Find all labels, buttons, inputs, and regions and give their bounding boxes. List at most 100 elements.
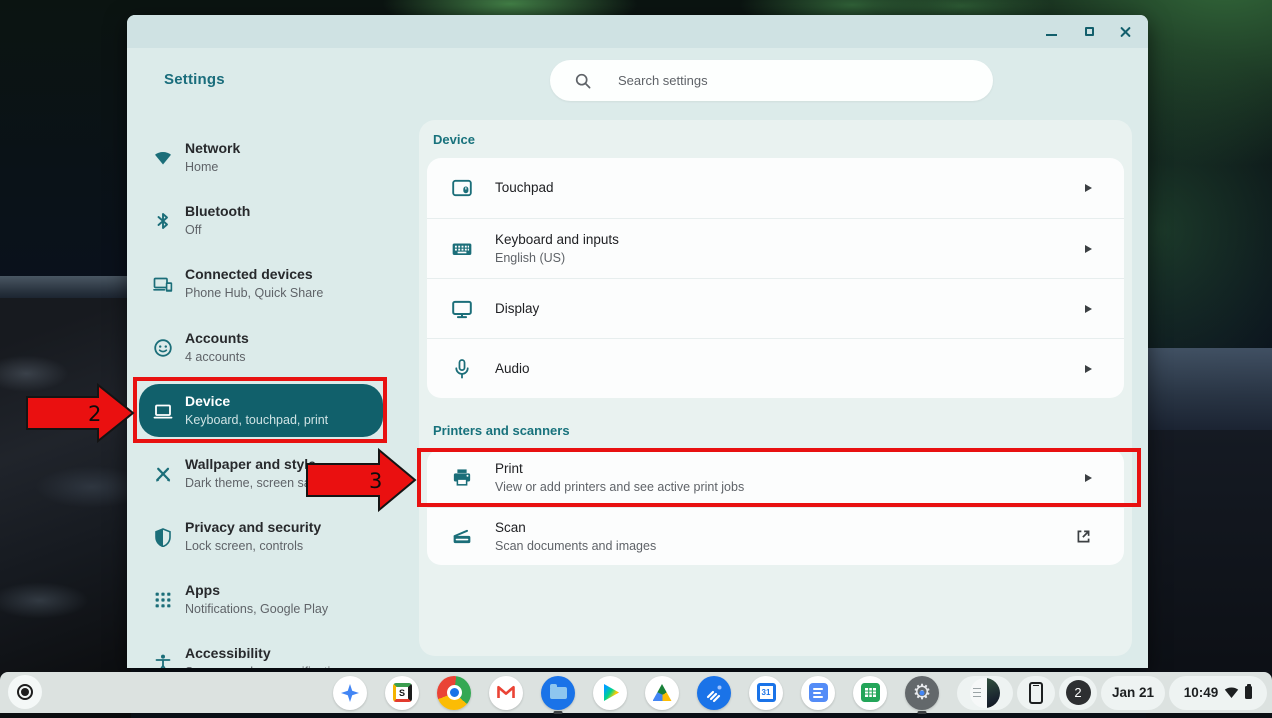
row-sublabel: View or add printers and see active prin… xyxy=(495,480,744,494)
row-display[interactable]: Display xyxy=(427,278,1124,338)
account-face-icon xyxy=(153,338,173,358)
sidebar-item-sublabel: 4 accounts xyxy=(185,350,245,364)
bluetooth-icon xyxy=(153,211,173,231)
wifi-icon xyxy=(153,148,173,168)
sidebar-item-label: Network xyxy=(185,140,240,156)
sidebar-item-device[interactable]: Device Keyboard, touchpad, print xyxy=(139,384,383,437)
row-sublabel: English (US) xyxy=(495,251,565,265)
sidebar-item-label: Privacy and security xyxy=(185,519,321,535)
maximize-icon xyxy=(1085,27,1094,36)
row-label: Print xyxy=(495,461,523,476)
notification-counter[interactable]: 2 xyxy=(1059,676,1097,710)
row-audio[interactable]: Audio xyxy=(427,338,1124,398)
sidebar-item-accessibility[interactable]: Accessibility Screen reader, magnificati… xyxy=(139,636,383,668)
chevron-right-icon xyxy=(1085,245,1092,253)
wallpaper-rocks xyxy=(0,298,131,718)
chevron-right-icon xyxy=(1085,474,1092,482)
row-print[interactable]: Print View or add printers and see activ… xyxy=(427,449,1124,507)
date-label: Jan 21 xyxy=(1112,685,1154,700)
shelf-app-screencast-icon[interactable] xyxy=(697,676,731,710)
row-label: Keyboard and inputs xyxy=(495,232,619,247)
desk-preview-button[interactable] xyxy=(957,676,1013,710)
wallpaper-horizon xyxy=(0,276,130,300)
sidebar-item-sublabel: Lock screen, controls xyxy=(185,539,303,553)
step-number: 3 xyxy=(369,469,382,493)
sidebar-item-sublabel: Off xyxy=(185,223,201,237)
row-touchpad[interactable]: Touchpad xyxy=(427,158,1124,218)
row-scan[interactable]: Scan Scan documents and images xyxy=(427,507,1124,565)
row-label: Audio xyxy=(495,361,530,376)
close-button[interactable] xyxy=(1120,26,1132,38)
shield-icon xyxy=(153,527,173,547)
step-arrow-2: 2 xyxy=(26,382,136,444)
chevron-right-icon xyxy=(1085,184,1092,192)
launcher-icon xyxy=(17,684,33,700)
device-card: Touchpad Keyboard xyxy=(427,158,1124,398)
printers-card: Print View or add printers and see activ… xyxy=(427,449,1124,565)
status-tray: 2 Jan 21 10:49 xyxy=(957,672,1267,713)
laptop-icon xyxy=(153,401,173,421)
wallpaper-water xyxy=(1146,348,1272,434)
sidebar-item-label: Apps xyxy=(185,582,220,598)
chevron-right-icon xyxy=(1085,365,1092,373)
sidebar-item-accounts[interactable]: Accounts 4 accounts xyxy=(139,321,383,374)
sidebar-item-network[interactable]: Network Home xyxy=(139,131,383,184)
sidebar-item-sublabel: Keyboard, touchpad, print xyxy=(185,413,328,427)
sidebar-item-sublabel: Phone Hub, Quick Share xyxy=(185,286,323,300)
minimize-button[interactable] xyxy=(1044,25,1058,39)
shelf-app-s-icon[interactable]: S xyxy=(385,676,419,710)
launcher-button[interactable] xyxy=(8,675,42,709)
sidebar-item-connected-devices[interactable]: Connected devices Phone Hub, Quick Share xyxy=(139,257,383,310)
row-sublabel: Scan documents and images xyxy=(495,539,656,553)
maximize-button[interactable] xyxy=(1082,25,1096,39)
search-input[interactable]: Search settings xyxy=(550,60,993,101)
status-area-button[interactable]: 10:49 xyxy=(1169,676,1267,710)
shelf-app-files-icon[interactable] xyxy=(541,676,575,710)
minimize-icon xyxy=(1046,34,1057,36)
battery-icon xyxy=(1245,686,1252,699)
touchpad-icon xyxy=(451,177,473,199)
sidebar-item-label: Connected devices xyxy=(185,266,313,282)
time-label: 10:49 xyxy=(1184,685,1219,700)
keyboard-icon xyxy=(451,238,473,260)
row-label: Touchpad xyxy=(495,180,554,195)
row-label: Scan xyxy=(495,520,526,535)
row-keyboard[interactable]: Keyboard and inputs English (US) xyxy=(427,218,1124,278)
sidebar-item-bluetooth[interactable]: Bluetooth Off xyxy=(139,194,383,247)
display-icon xyxy=(451,298,473,320)
sidebar-item-apps[interactable]: Apps Notifications, Google Play xyxy=(139,573,383,626)
section-header-device: Device xyxy=(433,132,475,147)
shelf-app-notes-icon[interactable] xyxy=(801,676,835,710)
phone-icon xyxy=(1029,682,1043,704)
devices-icon xyxy=(153,274,173,294)
microphone-icon xyxy=(451,358,473,380)
shelf-app-chrome-icon[interactable] xyxy=(437,676,471,710)
shelf-app-settings-gear-icon[interactable]: ⚙ xyxy=(905,676,939,710)
shelf-app-sheets-icon[interactable] xyxy=(853,676,887,710)
sidebar-item-label: Wallpaper and style xyxy=(185,456,316,472)
phone-hub-button[interactable] xyxy=(1017,676,1055,710)
external-link-icon xyxy=(1075,528,1092,545)
sidebar-item-label: Accessibility xyxy=(185,645,271,661)
shelf-app-calendar-icon[interactable]: 31 xyxy=(749,676,783,710)
sidebar-item-privacy[interactable]: Privacy and security Lock screen, contro… xyxy=(139,510,383,563)
shelf-app-gmail-icon[interactable] xyxy=(489,676,523,710)
accessibility-icon xyxy=(153,653,173,669)
window-titlebar xyxy=(127,15,1148,48)
sidebar-item-label: Accounts xyxy=(185,330,249,346)
sidebar-item-label: Bluetooth xyxy=(185,203,250,219)
page-title: Settings xyxy=(164,71,225,88)
row-label: Display xyxy=(495,301,539,316)
wallpaper-icon xyxy=(153,464,173,484)
chevron-right-icon xyxy=(1085,305,1092,313)
step-number: 2 xyxy=(88,402,101,426)
date-button[interactable]: Jan 21 xyxy=(1101,676,1165,710)
settings-main-panel: Device Touchpad xyxy=(419,120,1132,656)
window-body: Settings Search settings Network Home Bl… xyxy=(127,48,1148,668)
search-placeholder: Search settings xyxy=(618,73,708,88)
desk-thumbnail xyxy=(970,678,1000,708)
shelf-app-drive-icon[interactable] xyxy=(645,676,679,710)
shelf-app-play-store-icon[interactable] xyxy=(593,676,627,710)
shelf-app-gemini-sparkle-icon[interactable] xyxy=(333,676,367,710)
sidebar-item-sublabel: Notifications, Google Play xyxy=(185,602,328,616)
